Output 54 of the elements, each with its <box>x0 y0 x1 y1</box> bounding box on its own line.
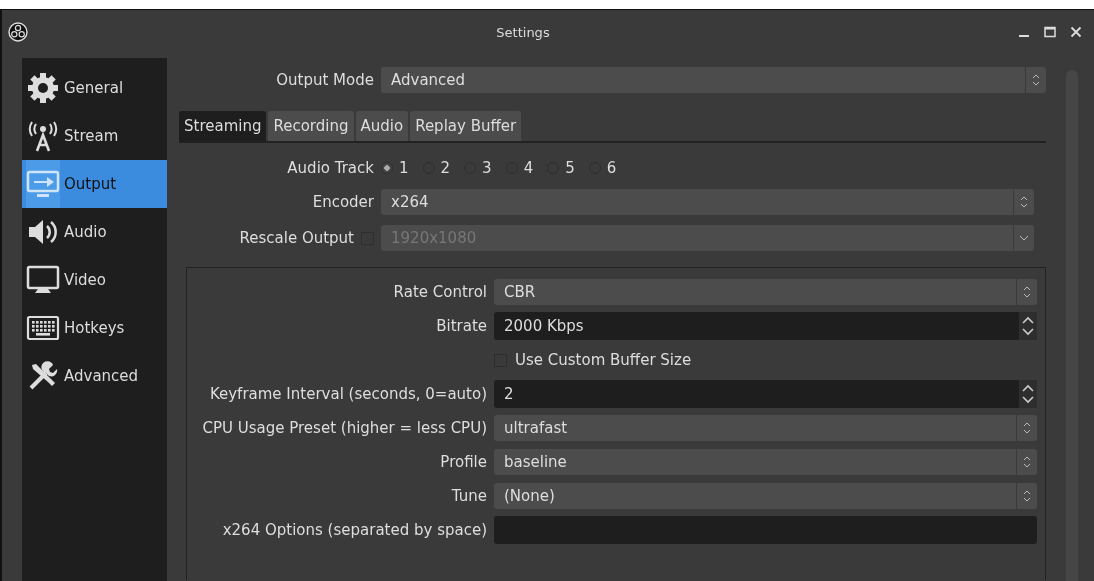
sidebar-item[interactable]: General <box>22 64 167 112</box>
number-field[interactable]: 2 <box>494 380 1037 408</box>
tab[interactable]: Replay Buffer <box>410 111 522 141</box>
maximize-icon[interactable] <box>1044 26 1056 38</box>
field-label: Profile <box>439 453 487 471</box>
field-label: Audio Track <box>286 159 374 177</box>
radio-label: 4 <box>523 159 534 177</box>
sidebar-item[interactable]: Audio <box>22 208 167 256</box>
antenna-icon <box>26 119 60 153</box>
tab[interactable]: Streaming <box>179 111 267 141</box>
updown-icon <box>1020 196 1028 208</box>
sidebar-item[interactable]: Stream <box>22 112 167 160</box>
sidebar-item[interactable]: Advanced <box>22 352 167 400</box>
spin-arrows-icon[interactable] <box>1021 315 1035 337</box>
sidebar-item[interactable]: Hotkeys <box>22 304 167 352</box>
field-label: Rescale Output <box>238 229 354 247</box>
field-label: Tune <box>450 487 487 505</box>
gear-icon <box>26 71 60 105</box>
close-icon[interactable] <box>1070 26 1082 38</box>
field-label: CPU Usage Preset (higher = less CPU) <box>201 419 487 437</box>
tab[interactable]: Audio <box>355 111 409 141</box>
window-title: Settings <box>495 24 551 40</box>
dropdown[interactable]: baseline <box>494 449 1037 475</box>
chevron-down-icon <box>1019 235 1029 241</box>
field-label: Output Mode <box>275 71 374 89</box>
number-field[interactable]: 2000 Kbps <box>494 312 1037 340</box>
updown-icon <box>1023 456 1031 468</box>
updown-icon <box>1023 422 1031 434</box>
field-label: Encoder <box>311 193 374 211</box>
radio-label: 3 <box>482 159 492 177</box>
tab[interactable]: Recording <box>268 111 354 141</box>
radio-label: 2 <box>440 159 451 177</box>
text-field[interactable] <box>494 516 1037 544</box>
field-label: Bitrate <box>435 317 487 335</box>
field-label: Keyframe Interval (seconds, 0=auto) <box>208 385 487 403</box>
output-mode-dropdown[interactable]: Advanced <box>381 67 1046 93</box>
dropdown[interactable]: ultrafast <box>494 415 1037 441</box>
radio-label: 5 <box>565 159 575 177</box>
updown-icon <box>1023 286 1031 298</box>
field-label: x264 Options (separated by space) <box>221 521 487 539</box>
updown-icon <box>1032 74 1040 86</box>
dropdown[interactable]: (None) <box>494 483 1037 509</box>
updown-icon <box>1023 490 1031 502</box>
checkbox-label: Use Custom Buffer Size <box>515 351 692 369</box>
radio-label: 1 <box>399 159 409 177</box>
sidebar-item[interactable]: Output <box>22 160 167 208</box>
encoder-dropdown[interactable]: x264 <box>381 189 1034 215</box>
radio-label: 6 <box>606 159 617 177</box>
sidebar-item[interactable]: Video <box>22 256 167 304</box>
dropdown[interactable]: CBR <box>494 279 1037 305</box>
spin-arrows-icon[interactable] <box>1021 383 1035 405</box>
logo-icon <box>8 22 28 42</box>
field-label: Rate Control <box>392 283 487 301</box>
radio-button[interactable] <box>381 162 393 174</box>
